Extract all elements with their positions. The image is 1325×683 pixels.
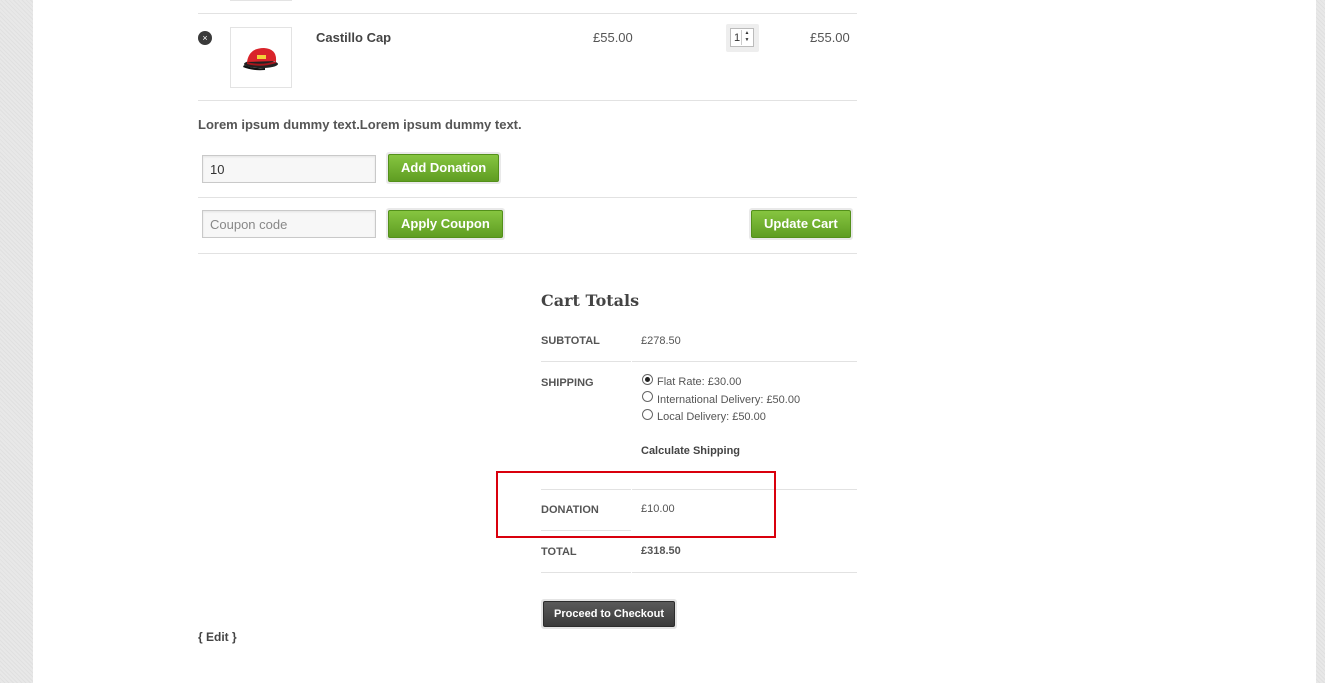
update-cart-button[interactable]: Update Cart (749, 208, 853, 240)
product-thumbnail[interactable] (230, 27, 292, 88)
shipping-option-local[interactable]: Local Delivery: £50.00 (657, 411, 766, 423)
remove-item-icon[interactable]: × (198, 31, 212, 45)
total-value: £318.50 (641, 545, 681, 557)
row-divider (541, 361, 631, 362)
coupon-code-input[interactable] (202, 210, 376, 238)
shipping-radio-local[interactable] (642, 409, 653, 420)
add-donation-label: Add Donation (388, 154, 500, 182)
proceed-to-checkout-button[interactable]: Proceed to Checkout (541, 599, 678, 629)
shipping-radio-flat-rate[interactable] (642, 374, 653, 385)
proceed-to-checkout-label: Proceed to Checkout (543, 601, 676, 627)
product-price: £55.00 (593, 30, 633, 45)
shipping-option-flat-rate[interactable]: Flat Rate: £30.00 (657, 376, 741, 388)
row-divider (198, 197, 857, 198)
apply-coupon-label: Apply Coupon (388, 210, 503, 238)
product-name-link[interactable]: Castillo Cap (316, 30, 391, 45)
quantity-value: 1 (734, 32, 741, 44)
row-divider (632, 572, 857, 573)
quantity-spinner-icon[interactable]: ▲ ▼ (741, 30, 752, 45)
donation-amount-input[interactable] (202, 155, 376, 183)
row-divider (632, 361, 857, 362)
calculate-shipping-link[interactable]: Calculate Shipping (641, 445, 740, 457)
previous-product-thumbnail (230, 0, 292, 1)
row-divider (198, 253, 857, 254)
row-divider (198, 13, 857, 14)
donation-message: Lorem ipsum dummy text.Lorem ipsum dummy… (198, 117, 522, 132)
subtotal-value: £278.50 (641, 335, 681, 347)
product-subtotal: £55.00 (810, 30, 850, 45)
update-cart-label: Update Cart (751, 210, 851, 238)
apply-coupon-button[interactable]: Apply Coupon (386, 208, 505, 240)
red-cap-image (243, 48, 278, 71)
row-divider (541, 572, 631, 573)
donation-highlight-box (496, 471, 776, 538)
shipping-label: SHIPPING (541, 377, 594, 389)
total-label: TOTAL (541, 546, 577, 558)
cart-totals-title: Cart Totals (541, 291, 640, 310)
quantity-stepper[interactable]: 1 ▲ ▼ (726, 24, 759, 52)
add-donation-button[interactable]: Add Donation (386, 152, 502, 184)
shipping-radio-international[interactable] (642, 391, 653, 402)
row-divider (198, 100, 857, 101)
quantity-input[interactable]: 1 ▲ ▼ (730, 28, 754, 47)
subtotal-label: SUBTOTAL (541, 335, 600, 347)
edit-link[interactable]: { Edit } (198, 630, 237, 644)
shipping-option-international[interactable]: International Delivery: £50.00 (657, 394, 800, 406)
